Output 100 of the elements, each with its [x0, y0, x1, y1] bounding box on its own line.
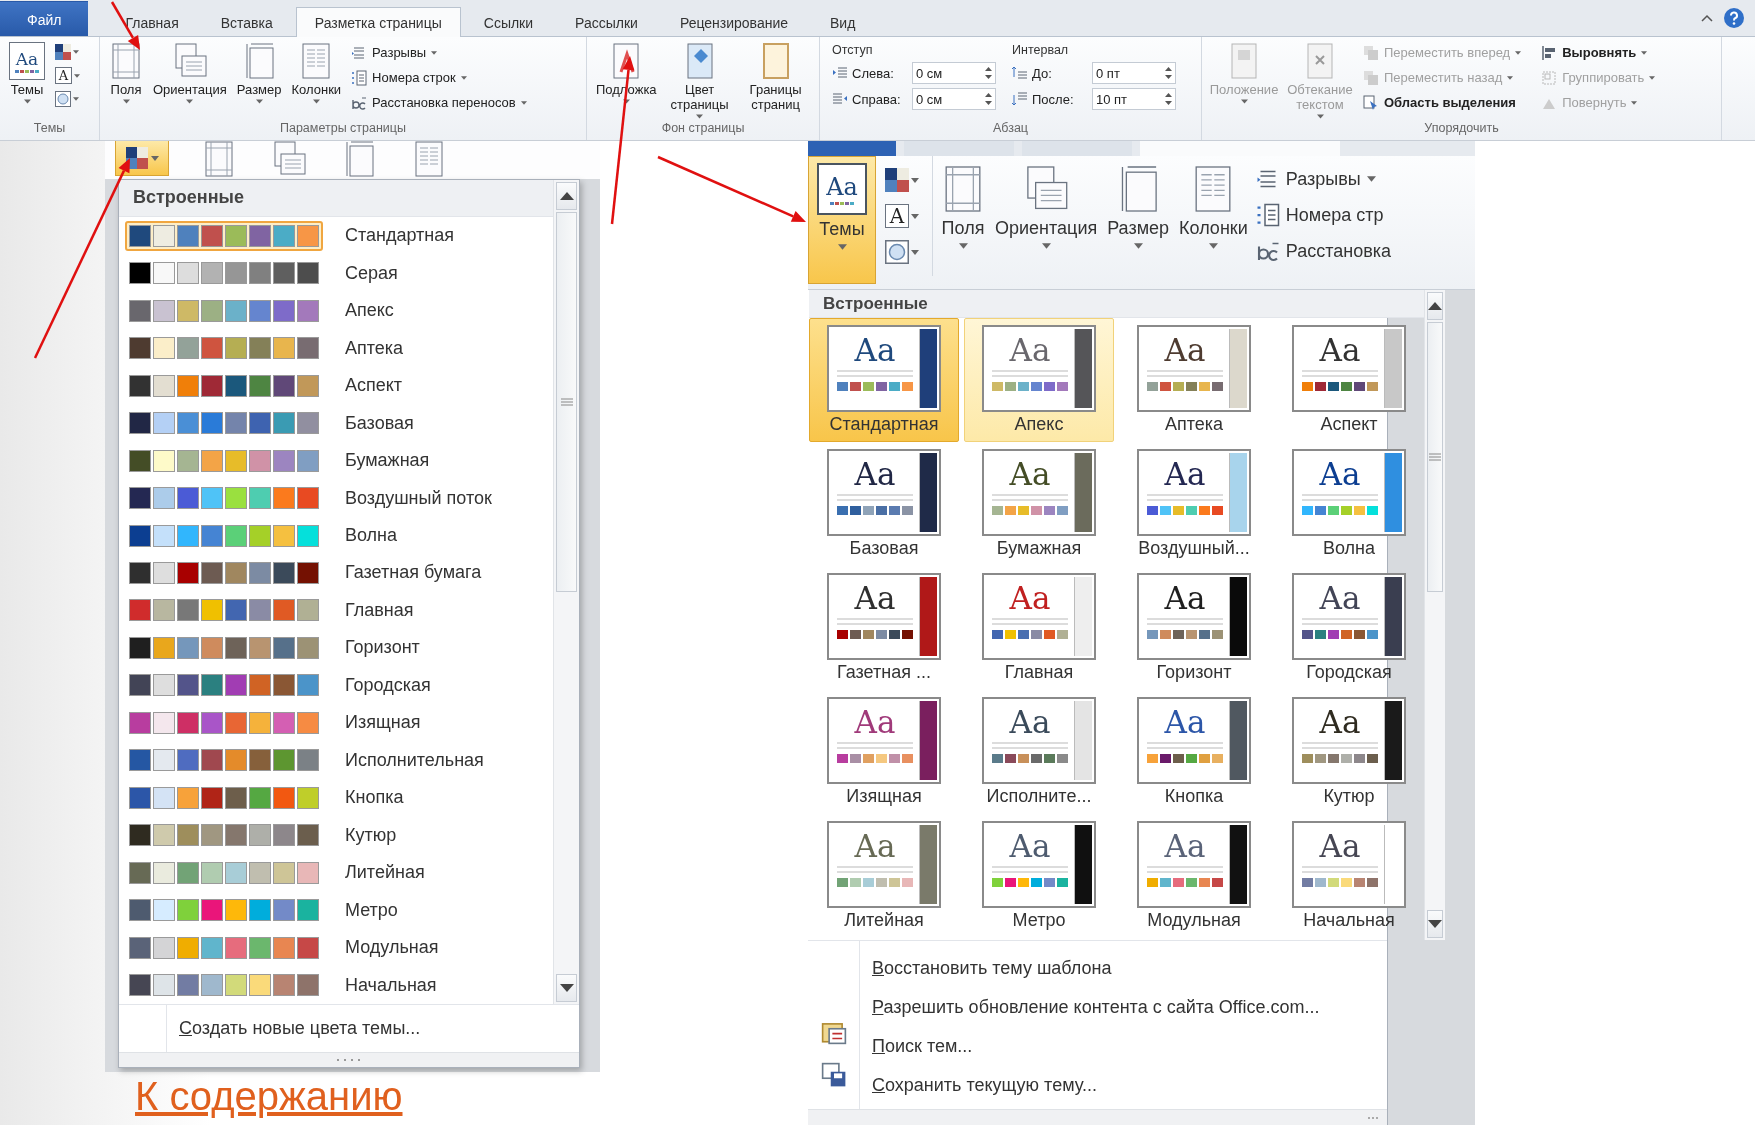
ribbon-button[interactable]: Колонки	[288, 40, 345, 106]
color-scheme-item[interactable]: Аспект	[119, 366, 553, 405]
spinner-icon[interactable]	[984, 65, 993, 81]
theme-tile[interactable]: Aa Стандартная	[809, 318, 959, 442]
ribbon-button[interactable]: Колонки	[1177, 156, 1250, 249]
ribbon-button[interactable]: Номера строк	[348, 65, 530, 90]
contents-link[interactable]: К содержанию	[135, 1074, 403, 1119]
color-scheme-item[interactable]: Кутюр	[119, 816, 553, 855]
ribbon-tab[interactable]: Вид	[811, 7, 875, 37]
ribbon-tab[interactable]: Ссылки	[464, 7, 553, 37]
resize-grip-icon[interactable]	[336, 1057, 362, 1063]
menu-item[interactable]: Восстановить тему шаблона	[860, 949, 1332, 988]
color-scheme-item[interactable]: Метро	[119, 891, 553, 930]
color-scheme-item[interactable]: Базовая	[119, 404, 553, 442]
ribbon-tab[interactable]: Вставка	[201, 7, 292, 37]
theme-tile[interactable]: Aa Исполните...	[964, 690, 1114, 814]
theme-tile[interactable]: Aa Горизонт	[1119, 566, 1269, 690]
color-scheme-item[interactable]: Изящная	[119, 704, 553, 742]
file-tab[interactable]: Файл	[0, 1, 89, 37]
scrollbar-thumb[interactable]	[1427, 322, 1443, 592]
ribbon-tab[interactable]: Разметка страницы	[295, 7, 461, 37]
color-scheme-item[interactable]: Кнопка	[119, 779, 553, 817]
theme-tile[interactable]: Aa Кнопка	[1119, 690, 1269, 814]
ribbon-button[interactable]: Границы страниц	[739, 40, 812, 114]
ribbon-button[interactable]: Размер	[233, 40, 285, 106]
ribbon-tab[interactable]: Рецензирование	[660, 7, 808, 37]
ribbon-button[interactable]: Расстановка переносов	[348, 90, 530, 115]
theme-tile[interactable]: Aa Начальная	[1274, 814, 1424, 938]
color-scheme-item[interactable]: Воздушный поток	[119, 479, 553, 517]
ribbon-button[interactable]: Размер	[1105, 156, 1172, 249]
scroll-up-button[interactable]	[1427, 292, 1443, 320]
ribbon-button[interactable]: Номера стр	[1255, 200, 1392, 230]
theme-tile[interactable]: Aa Аптека	[1119, 318, 1269, 442]
ribbon-button[interactable]: Поля	[106, 40, 146, 106]
ribbon-tab[interactable]: Главная	[106, 7, 198, 37]
theme-tile[interactable]: Aa Базовая	[809, 442, 959, 566]
menu-item[interactable]: Создать новые цвета темы...	[167, 1005, 433, 1052]
help-icon[interactable]	[1723, 7, 1745, 29]
menu-item[interactable]: Поиск тем...	[860, 1027, 1332, 1066]
ribbon-button[interactable]: Разрывы	[1255, 164, 1392, 194]
theme-tile[interactable]: Aa Газетная ...	[809, 566, 959, 690]
color-scheme-item[interactable]: Исполнительная	[119, 741, 553, 780]
ribbon-button[interactable]: Поля	[939, 156, 987, 249]
ribbon-button[interactable]: Область выделения	[1360, 90, 1525, 115]
sample-text: Aa	[1318, 457, 1362, 491]
ribbon-button[interactable]: Выровнять	[1538, 40, 1659, 65]
theme-tile[interactable]: Aa Аспект	[1274, 318, 1424, 442]
menu-item[interactable]: Разрешить обновление контента с сайта Office.com...	[860, 988, 1332, 1027]
spinner-icon[interactable]	[984, 91, 993, 107]
theme-tile[interactable]: Aa Воздушный...	[1119, 442, 1269, 566]
sample-text: Aa	[1163, 581, 1207, 615]
scroll-down-button[interactable]	[556, 974, 577, 1002]
color-scheme-item[interactable]: Модульная	[119, 929, 553, 967]
resize-grip-icon[interactable]	[1367, 1114, 1379, 1121]
color-scheme-item[interactable]: Апекс	[119, 291, 553, 330]
spinner-icon[interactable]	[1164, 91, 1173, 107]
collapse-ribbon-icon[interactable]	[1701, 14, 1713, 22]
ribbon-tab[interactable]: Рассылки	[556, 7, 657, 37]
ribbon-button[interactable]: Ориентация	[993, 156, 1100, 249]
spin-field[interactable]: 10 пт	[1092, 88, 1176, 110]
color-scheme-item[interactable]: Серая	[119, 254, 553, 292]
spin-field[interactable]: 0 пт	[1092, 62, 1176, 84]
spin-field[interactable]: 0 см	[912, 62, 996, 84]
menu-item[interactable]: Сохранить текущую тему...	[860, 1066, 1332, 1105]
color-scheme-item[interactable]: Газетная бумага	[119, 554, 553, 592]
theme-effects-button[interactable]	[882, 238, 922, 266]
spinner-icon[interactable]	[1164, 65, 1173, 81]
theme-colors-button[interactable]	[882, 166, 922, 194]
ribbon-button[interactable]: Цвет страницы	[663, 40, 736, 121]
color-scheme-item[interactable]: Литейная	[119, 854, 553, 892]
theme-tile[interactable]: Aa Главная	[964, 566, 1114, 690]
theme-fonts-button[interactable]: A	[52, 65, 83, 86]
color-scheme-item[interactable]: Начальная	[119, 966, 553, 1005]
theme-tile[interactable]: Aa Модульная	[1119, 814, 1269, 938]
color-scheme-item[interactable]: Горизонт	[119, 629, 553, 667]
spin-field[interactable]: 0 см	[912, 88, 996, 110]
theme-tile[interactable]: Aa Изящная	[809, 690, 959, 814]
theme-tile[interactable]: Aa Метро	[964, 814, 1114, 938]
color-scheme-item[interactable]: Городская	[119, 666, 553, 705]
ribbon-button[interactable]: Разрывы	[348, 40, 530, 65]
themes-button[interactable]: Aa Темы	[6, 40, 48, 106]
caret-icon	[911, 249, 919, 255]
theme-tile[interactable]: Aa Городская	[1274, 566, 1424, 690]
themes-icon: Aa	[817, 163, 867, 215]
ribbon-button[interactable]: Расстановка	[1255, 236, 1392, 266]
color-scheme-item[interactable]: Аптека	[119, 329, 553, 367]
theme-tile[interactable]: Aa Волна	[1274, 442, 1424, 566]
theme-tile[interactable]: Aa Апекс	[964, 318, 1114, 442]
scrollbar-thumb[interactable]	[556, 212, 577, 592]
themes-button[interactable]: Aa Темы	[808, 156, 876, 284]
color-scheme-item[interactable]: Бумажная	[119, 441, 553, 480]
theme-tile[interactable]: Aa Кутюр	[1274, 690, 1424, 814]
theme-tile[interactable]: Aa Литейная	[809, 814, 959, 938]
theme-tile[interactable]: Aa Бумажная	[964, 442, 1114, 566]
color-scheme-item[interactable]: Главная	[119, 591, 553, 630]
scroll-down-button[interactable]	[1427, 910, 1443, 938]
scroll-up-button[interactable]	[556, 182, 577, 210]
ribbon-button[interactable]: Ориентация	[150, 40, 230, 106]
color-scheme-item[interactable]: Стандартная	[119, 216, 553, 255]
color-scheme-item[interactable]: Волна	[119, 516, 553, 555]
